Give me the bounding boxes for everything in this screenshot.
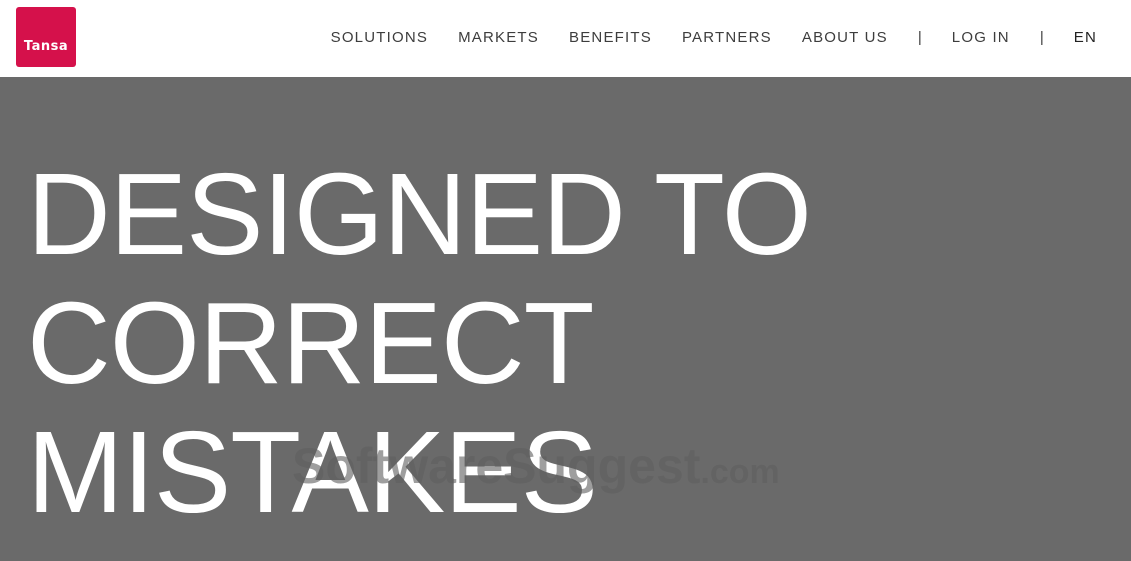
main-nav: SOLUTIONS MARKETS BENEFITS PARTNERS ABOU… [331,0,1097,74]
nav-about-us[interactable]: ABOUT US [802,29,888,46]
tansa-logo[interactable]: Tansa [16,7,76,67]
hero-banner: DESIGNED TO CORRECT MISTAKES SoftwareSug… [0,77,1131,561]
watermark-text: SoftwareSuggest [292,438,701,494]
watermark: SoftwareSuggest.com [292,437,780,495]
nav-login[interactable]: LOG IN [952,29,1010,46]
language-selector[interactable]: EN [1074,29,1097,46]
hero-title-line: CORRECT [27,278,595,408]
watermark-suffix: .com [700,453,780,491]
nav-partners[interactable]: PARTNERS [682,29,772,46]
logo-text: Tansa [23,38,69,54]
site-header: Tansa SOLUTIONS MARKETS BENEFITS PARTNER… [0,0,1131,77]
nav-separator: | [1039,28,1044,46]
nav-solutions[interactable]: SOLUTIONS [331,29,428,46]
nav-markets[interactable]: MARKETS [458,29,539,46]
nav-benefits[interactable]: BENEFITS [569,29,652,46]
hero-title-line: DESIGNED TO [27,149,812,279]
nav-separator: | [917,28,922,46]
